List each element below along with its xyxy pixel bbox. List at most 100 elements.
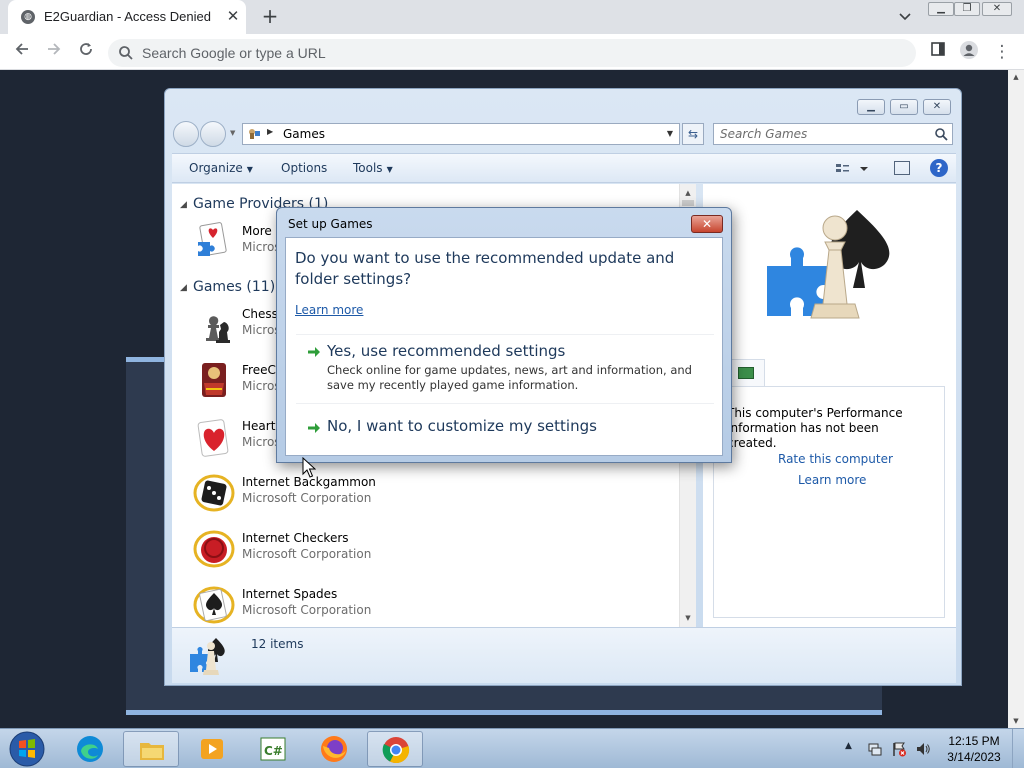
search-games-input[interactable] <box>720 124 930 144</box>
list-item[interactable]: Internet Backgammon Microsoft Corporatio… <box>190 469 490 519</box>
side-panel-icon[interactable] <box>926 40 950 64</box>
search-icon[interactable] <box>934 127 948 141</box>
internet-checkers-icon <box>193 530 235 568</box>
dialog-learn-more-link[interactable]: Learn more <box>295 303 363 317</box>
taskbar-file-explorer[interactable] <box>123 731 179 767</box>
chevron-down-icon: ▼ <box>246 165 253 174</box>
page-scrollbar[interactable]: ▲ ▼ <box>1008 70 1024 728</box>
minimize-window-icon[interactable]: ▁ <box>928 2 954 16</box>
setup-games-dialog: Set up Games ✕ Do you want to use the re… <box>276 207 732 463</box>
scroll-thumb[interactable] <box>682 200 694 206</box>
clock-time[interactable]: 12:15 PM <box>942 734 1006 748</box>
explorer-minimize-icon[interactable]: ▁ <box>857 99 885 115</box>
list-item[interactable]: Internet Checkers Microsoft Corporation <box>190 525 490 575</box>
game-publisher: Microsoft Corporation <box>242 491 372 505</box>
scroll-up-icon[interactable]: ▲ <box>680 186 696 200</box>
explorer-close-icon[interactable]: ✕ <box>923 99 951 115</box>
restore-window-icon[interactable]: ❐ <box>954 2 980 16</box>
action-center-flag-icon[interactable] <box>891 741 907 757</box>
status-bar: 12 items <box>172 627 956 683</box>
explorer-forward-icon[interactable] <box>200 121 226 147</box>
game-publisher: Micros <box>242 435 281 449</box>
taskbar-chrome[interactable] <box>367 731 423 767</box>
performance-learn-more-link[interactable]: Learn more <box>798 473 866 487</box>
rate-this-computer-link[interactable]: Rate this computer <box>778 452 893 466</box>
edge-icon <box>77 736 103 762</box>
game-publisher: Microsoft Corporation <box>242 603 372 617</box>
taskbar-edge[interactable] <box>62 731 118 767</box>
dialog-title: Set up Games <box>288 217 373 231</box>
start-button[interactable] <box>7 730 47 768</box>
profile-avatar-icon[interactable] <box>957 40 981 64</box>
omnibox-input[interactable] <box>142 39 902 67</box>
windows-taskbar: C# ▲ 12:15 PM 3/14/2023 <box>0 728 1024 768</box>
help-icon[interactable]: ? <box>930 159 948 177</box>
option-title: Yes, use recommended settings <box>327 342 566 360</box>
options-button[interactable]: Options <box>281 161 327 175</box>
performance-message: This computer's Performance Information … <box>727 406 903 450</box>
chevron-down-icon: ▼ <box>386 165 393 174</box>
freecell-icon <box>202 363 226 397</box>
tab-close-icon[interactable]: ✕ <box>224 7 242 25</box>
show-desktop-button[interactable] <box>1012 729 1024 768</box>
scroll-down-icon[interactable]: ▼ <box>1008 714 1024 728</box>
globe-icon: ◍ <box>21 10 35 24</box>
tab-search-chevron-icon[interactable] <box>895 7 915 27</box>
back-arrow-icon[interactable] <box>10 40 34 64</box>
game-publisher: Micros <box>242 323 281 337</box>
browser-tab[interactable]: ◍ E2Guardian - Access Denied ✕ <box>8 0 246 34</box>
reload-icon[interactable] <box>74 40 98 64</box>
games-explorer-small-icon <box>190 638 225 675</box>
collapse-triangle-icon[interactable]: ◢ <box>180 283 187 293</box>
browser-tabstrip: ◍ E2Guardian - Access Denied ✕ + ▁ ❐ ✕ <box>0 0 1024 34</box>
breadcrumb-chevron-icon[interactable]: ▶ <box>267 127 273 136</box>
taskbar-media-player[interactable] <box>184 731 240 767</box>
address-bar[interactable]: ▶ Games ▼ <box>242 123 680 145</box>
show-hidden-icons-icon[interactable]: ▲ <box>845 741 852 751</box>
search-icon <box>119 46 133 60</box>
option-description: Check online for game updates, news, art… <box>327 363 692 392</box>
collapse-triangle-icon[interactable]: ◢ <box>180 200 187 210</box>
game-name: Chess <box>242 307 278 321</box>
explorer-refresh-icon[interactable]: ⇆ <box>682 123 704 145</box>
browser-toolbar: ⋮ <box>0 34 1024 70</box>
search-games-box[interactable] <box>713 123 953 145</box>
clock-date[interactable]: 3/14/2023 <box>942 750 1006 764</box>
organize-menu[interactable]: Organize ▼ <box>189 161 253 175</box>
chrome-icon <box>382 737 410 764</box>
close-window-icon[interactable]: ✕ <box>982 2 1012 16</box>
chrome-menu-icon[interactable]: ⋮ <box>990 40 1014 64</box>
taskbar-firefox[interactable] <box>306 731 362 767</box>
scroll-up-icon[interactable]: ▲ <box>1008 70 1024 84</box>
games-explorer-icon <box>767 210 890 319</box>
tools-menu[interactable]: Tools ▼ <box>353 161 393 175</box>
volume-icon[interactable] <box>915 741 931 757</box>
address-dropdown-icon[interactable]: ▼ <box>663 126 677 142</box>
green-arrow-icon <box>308 423 320 433</box>
game-publisher: Micros <box>242 379 281 393</box>
change-view-icon[interactable] <box>834 160 874 178</box>
item-count: 12 items <box>251 637 304 651</box>
new-tab-icon[interactable]: + <box>259 5 281 27</box>
csharp-icon: C# <box>260 737 286 761</box>
option-title: No, I want to customize my settings <box>327 417 597 435</box>
performance-monitor-icon <box>738 367 754 379</box>
svg-text:C#: C# <box>264 744 283 758</box>
dialog-question: Do you want to use the recommended updat… <box>295 249 675 288</box>
preview-pane-icon[interactable] <box>894 161 910 175</box>
forward-arrow-icon[interactable] <box>42 40 66 64</box>
network-icon[interactable] <box>867 741 883 757</box>
customize-settings-option[interactable]: No, I want to customize my settings <box>296 410 714 446</box>
games-folder-icon <box>249 129 260 139</box>
omnibox[interactable] <box>108 39 916 67</box>
scroll-down-icon[interactable]: ▼ <box>680 611 696 625</box>
explorer-maximize-icon[interactable]: ▭ <box>890 99 918 115</box>
taskbar-csharp-app[interactable]: C# <box>245 731 301 767</box>
explorer-back-icon[interactable] <box>173 121 199 147</box>
tools-label: Tools <box>353 161 383 175</box>
use-recommended-settings-option[interactable]: Yes, use recommended settings Check onli… <box>296 334 714 404</box>
list-item[interactable]: Internet Spades Microsoft Corporation <box>190 581 490 627</box>
recent-pages-chevron-icon[interactable]: ▼ <box>230 129 235 137</box>
dialog-close-icon[interactable]: ✕ <box>691 215 723 233</box>
game-publisher: Micros <box>242 240 281 254</box>
